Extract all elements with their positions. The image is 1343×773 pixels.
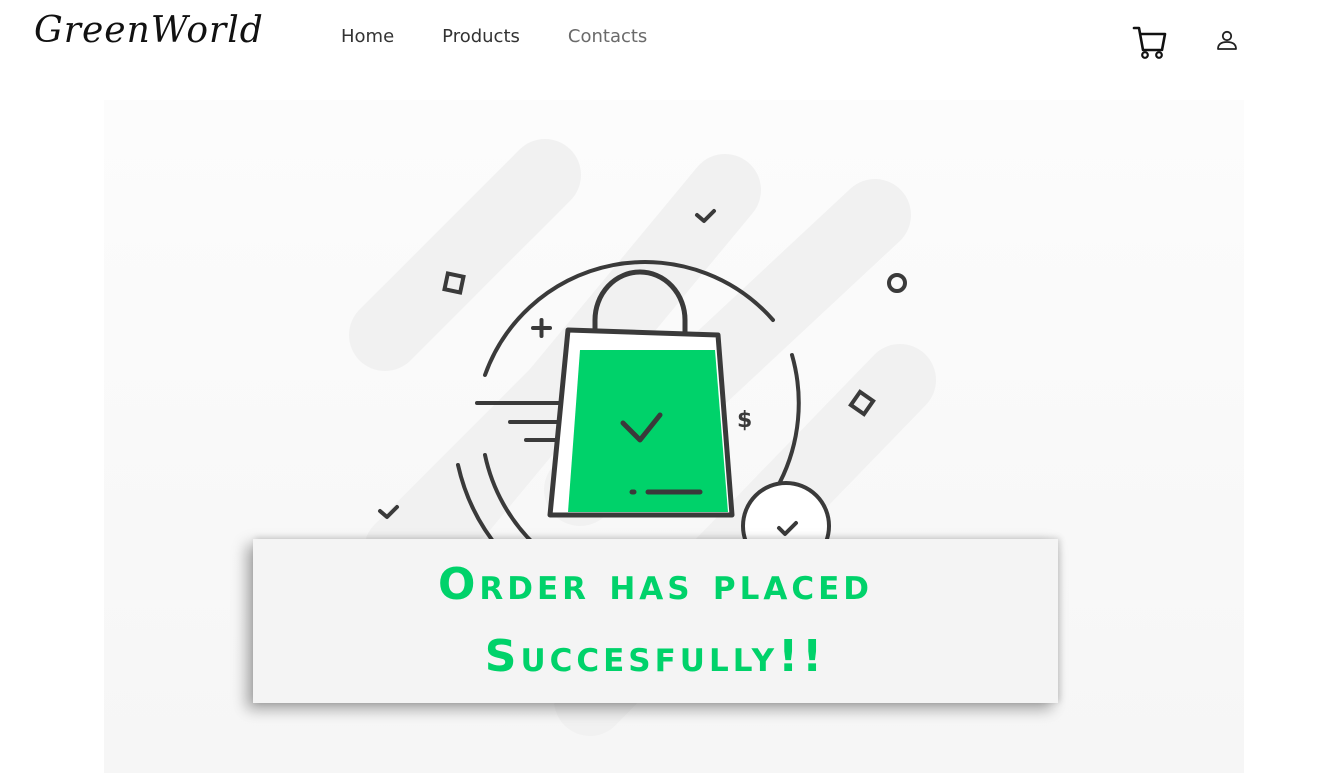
nav-contacts[interactable]: Contacts — [568, 26, 647, 47]
success-message-line2: Succesfully!! — [484, 631, 827, 682]
cart-icon[interactable] — [1132, 24, 1168, 60]
nav-products[interactable]: Products — [442, 26, 520, 47]
nav-home[interactable]: Home — [341, 26, 394, 47]
user-icon[interactable] — [1215, 28, 1239, 52]
dollar-sign-icon: $ — [737, 408, 752, 433]
ring-dot-icon — [887, 273, 907, 293]
order-success-banner: Order has placed Succesfully!! — [253, 539, 1058, 703]
order-success-page: GreenWorld Home Products Contacts $ Orde… — [0, 0, 1343, 773]
success-message-line1: Order has placed — [437, 559, 874, 610]
plus-icon — [531, 318, 552, 338]
main-nav: Home Products Contacts — [341, 26, 647, 47]
site-logo[interactable]: GreenWorld — [34, 10, 264, 51]
